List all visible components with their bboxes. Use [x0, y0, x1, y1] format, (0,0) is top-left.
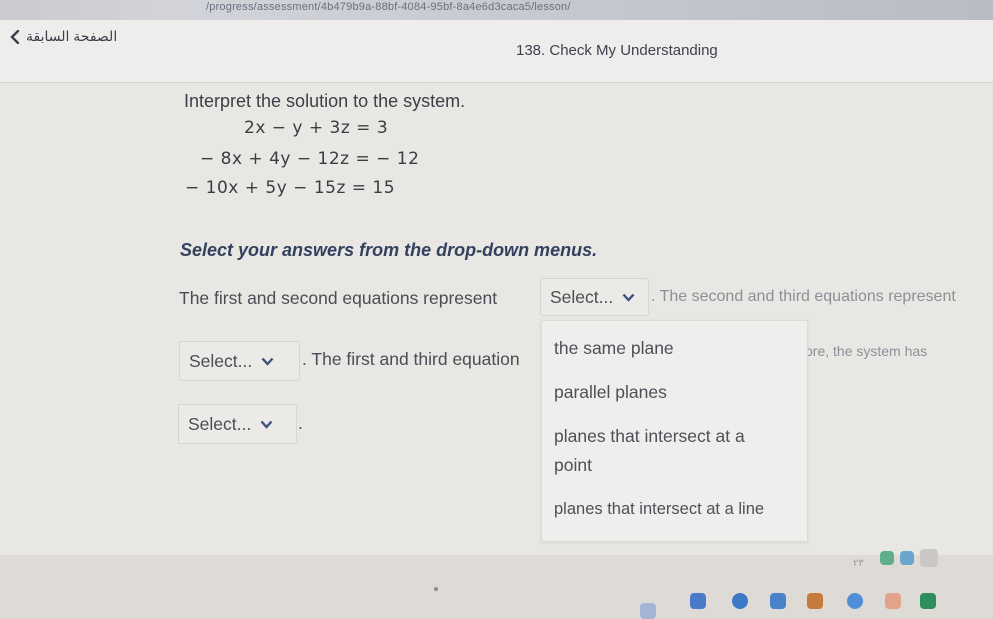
sentence-3-end: . [298, 413, 303, 433]
option-intersect-point-line2: point [554, 455, 592, 475]
app-icon-8[interactable] [920, 593, 936, 609]
option-same-plane[interactable]: the same plane [554, 333, 674, 364]
question-prompt: Interpret the solution to the system. [184, 91, 466, 111]
app-icon-2[interactable] [690, 593, 706, 609]
equation-1: 2x − y + 3z = 3 [244, 118, 389, 138]
select-placeholder: Select... [550, 286, 614, 307]
taskbar: ٢٣ [0, 549, 993, 619]
equation-2: − 8x + 4y − 12z = − 12 [200, 149, 420, 169]
option-intersect-point[interactable]: planes that intersect at a point [554, 422, 745, 480]
chevron-down-icon [260, 420, 273, 429]
app-icon-5[interactable] [807, 593, 823, 609]
sentence-2-end: ore, the system has [805, 343, 928, 359]
app-icon-3[interactable] [732, 593, 748, 609]
clock-text: ٢٣ [853, 558, 864, 569]
app-icon-4[interactable] [770, 593, 786, 609]
option-intersect-line[interactable]: planes that intersect at a line [554, 494, 764, 525]
lesson-header: الصفحة السابقة 138. Check My Understandi… [0, 20, 993, 83]
chevron-left-icon [10, 29, 20, 44]
dropdown-menu: the same plane parallel planes planes th… [541, 320, 808, 542]
tray-icon-3 [920, 549, 938, 567]
sentence-1-end: . The second and third equations represe… [651, 288, 956, 305]
equation-3: − 10x + 5y − 15z = 15 [185, 178, 396, 198]
back-link[interactable]: الصفحة السابقة [10, 28, 117, 45]
select-second-third[interactable]: Select... [179, 341, 300, 381]
back-link-label: الصفحة السابقة [26, 28, 118, 44]
chevron-down-icon [622, 293, 635, 302]
lesson-title: 138. Check My Understanding [516, 42, 718, 59]
taskbar-dot [434, 587, 438, 591]
instruction-text: Select your answers from the drop-down m… [180, 240, 598, 260]
sentence-1-start: The first and second equations represent [179, 288, 498, 308]
app-icon-7[interactable] [885, 593, 901, 609]
tray-icon-1 [880, 551, 894, 565]
select-placeholder: Select... [189, 350, 253, 371]
browser-address-bar[interactable]: /progress/assessment/4b479b9a-88bf-4084-… [0, 0, 993, 20]
option-parallel-planes[interactable]: parallel planes [554, 377, 667, 408]
app-icon-1[interactable] [640, 603, 656, 619]
chevron-down-icon [261, 357, 274, 366]
select-placeholder: Select... [188, 413, 252, 434]
app-icon-6[interactable] [847, 593, 863, 609]
tray-icon-2 [900, 551, 914, 565]
url-text: /progress/assessment/4b479b9a-88bf-4084-… [206, 1, 571, 13]
question-panel: Interpret the solution to the system. 2x… [0, 83, 993, 619]
select-first-second[interactable]: Select... [540, 278, 649, 316]
option-intersect-point-line1: planes that intersect at a [554, 426, 745, 446]
select-first-third[interactable]: Select... [178, 404, 297, 444]
sentence-2-mid: . The first and third equation [302, 349, 520, 369]
